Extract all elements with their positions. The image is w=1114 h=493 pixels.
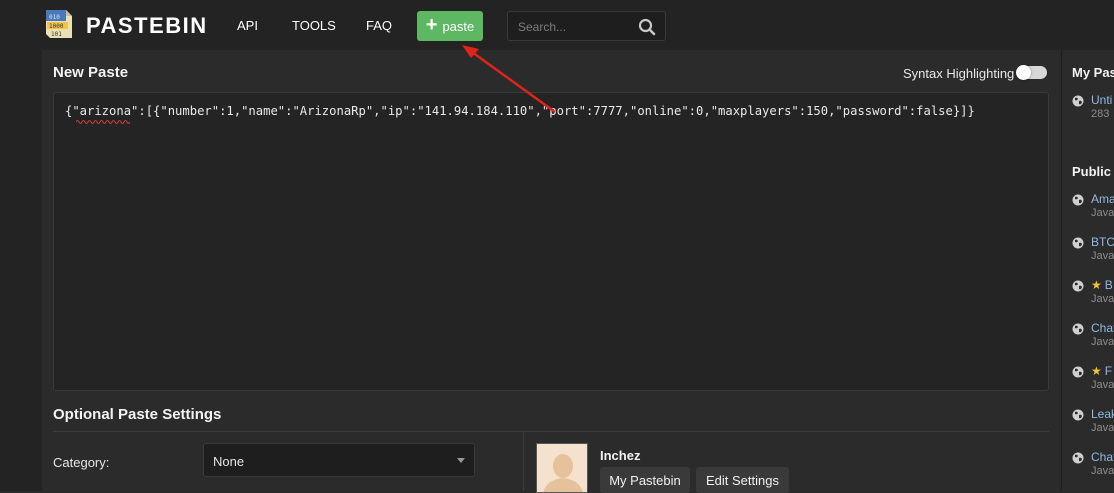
plus-icon: +: [425, 14, 438, 36]
globe-icon: [1072, 280, 1084, 292]
star-icon: ★: [1091, 278, 1102, 292]
paste-title-text: F: [1104, 364, 1113, 378]
search-input[interactable]: [516, 18, 638, 36]
username[interactable]: Inchez: [600, 448, 640, 463]
public-paste-item[interactable]: ★ F Java: [1072, 364, 1114, 394]
spellcheck-underline: [76, 120, 130, 124]
avatar[interactable]: [536, 443, 588, 493]
new-paste-button[interactable]: + paste: [417, 11, 483, 41]
edit-settings-button[interactable]: Edit Settings: [696, 467, 789, 493]
paste-meta: Java: [1091, 422, 1114, 434]
public-paste-item[interactable]: BTC Java: [1072, 235, 1114, 265]
chevron-down-icon: [457, 458, 465, 463]
syntax-highlighting-label: Syntax Highlighting: [903, 66, 1015, 81]
paste-content: {"arizona":[{"number":1,"name":"ArizonaR…: [65, 104, 975, 118]
category-label: Category:: [53, 455, 110, 470]
category-select-value: None: [213, 454, 245, 469]
globe-icon: [1072, 409, 1084, 421]
star-icon: ★: [1091, 364, 1102, 378]
paste-meta: Java: [1091, 207, 1114, 219]
paste-title-link[interactable]: Unti: [1091, 93, 1112, 107]
paste-meta: Java: [1091, 336, 1114, 348]
paste-title-link[interactable]: BTC: [1091, 235, 1114, 249]
my-pastes-title: My Pas: [1072, 65, 1114, 80]
paste-meta: Java: [1091, 379, 1114, 391]
globe-icon: [1072, 237, 1084, 249]
paste-text-editor[interactable]: {"arizona":[{"number":1,"name":"ArizonaR…: [53, 92, 1049, 391]
public-pastes-title: Public: [1072, 164, 1112, 179]
svg-text:010: 010: [49, 14, 60, 21]
optional-settings-title: Optional Paste Settings: [53, 406, 222, 423]
new-paste-button-label: paste: [442, 18, 475, 34]
column-divider: [523, 432, 524, 491]
pastebin-logo-text[interactable]: PASTEBIN: [86, 13, 208, 39]
public-paste-item[interactable]: Chat Java: [1072, 450, 1114, 480]
nav-faq-link[interactable]: FAQ: [366, 18, 392, 33]
paste-meta: Java: [1091, 250, 1114, 262]
paste-title-link[interactable]: ★ B: [1091, 278, 1113, 292]
public-paste-item[interactable]: Ama Java: [1072, 192, 1114, 222]
globe-icon: [1072, 194, 1084, 206]
section-divider: [53, 431, 1049, 432]
my-paste-item[interactable]: Unti 283: [1072, 93, 1114, 123]
left-gutter: [0, 50, 43, 491]
paste-title-text: B: [1104, 278, 1113, 292]
category-select[interactable]: None: [203, 443, 475, 477]
pastebin-logo-icon[interactable]: 010 1000 101: [44, 8, 76, 42]
paste-title-link[interactable]: Ama: [1091, 192, 1114, 206]
search-box: [507, 11, 666, 41]
globe-icon: [1072, 95, 1084, 107]
globe-icon: [1072, 323, 1084, 335]
new-paste-title: New Paste: [53, 64, 129, 81]
svg-text:101: 101: [51, 31, 62, 38]
globe-icon: [1072, 366, 1084, 378]
search-icon[interactable]: [638, 18, 656, 36]
public-paste-item[interactable]: Chat Java: [1072, 321, 1114, 351]
paste-title-link[interactable]: Leak: [1091, 407, 1114, 421]
paste-title-link[interactable]: Chat: [1091, 450, 1114, 464]
public-paste-item[interactable]: Leak Java: [1072, 407, 1114, 437]
public-paste-item[interactable]: ★ B Java: [1072, 278, 1114, 308]
syntax-highlighting-toggle[interactable]: [1016, 65, 1047, 80]
right-sidebar: My Pas Unti 283 Public Ama Java BTC Java…: [1061, 50, 1114, 491]
paste-title-link[interactable]: Chat: [1091, 321, 1114, 335]
paste-title-link[interactable]: ★ F: [1091, 364, 1112, 378]
paste-meta: Java: [1091, 465, 1114, 477]
top-navigation-bar: 010 1000 101 PASTEBIN API TOOLS FAQ + pa…: [0, 0, 1114, 50]
default-avatar-icon: [537, 444, 587, 492]
globe-icon: [1072, 452, 1084, 464]
nav-tools-link[interactable]: TOOLS: [292, 18, 336, 33]
paste-meta: Java: [1091, 293, 1114, 305]
svg-text:1000: 1000: [49, 23, 64, 30]
toggle-knob: [1016, 65, 1031, 80]
paste-meta: 283: [1091, 108, 1110, 120]
nav-api-link[interactable]: API: [237, 18, 258, 33]
my-pastebin-button[interactable]: My Pastebin: [600, 467, 690, 493]
